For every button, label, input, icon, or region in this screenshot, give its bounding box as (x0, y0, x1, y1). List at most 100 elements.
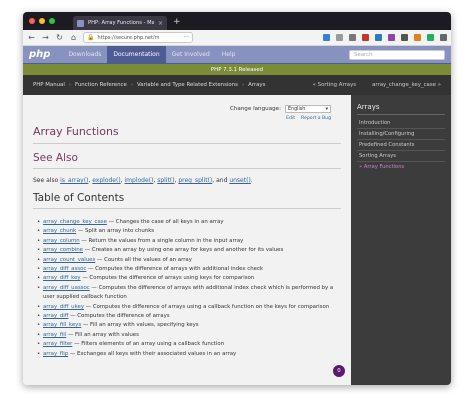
lock-icon: 🔒 (87, 34, 95, 41)
reload-icon[interactable]: ↻ (55, 33, 64, 42)
sidebar-heading[interactable]: Arrays (357, 103, 445, 115)
language-select[interactable]: English ▾ (285, 105, 331, 113)
function-link[interactable]: array_flip (43, 351, 68, 357)
edit-link[interactable]: Edit (286, 116, 295, 121)
function-link[interactable]: array_diff_ukey (43, 304, 84, 310)
list-item: • array_filter — Filters elements of an a… (37, 340, 341, 349)
breadcrumb-separator: › (68, 82, 72, 88)
link-preg-split[interactable]: preg_split() (178, 177, 212, 184)
function-description: — Computes the difference of arrays (68, 313, 170, 320)
minimize-window-icon[interactable] (39, 18, 45, 24)
see-also-text: See also is_array(), explode(), implode(… (33, 177, 253, 184)
link-is-array[interactable]: is_array() (60, 177, 88, 184)
sidebar-item-introduction[interactable]: Introduction (357, 118, 445, 129)
notification-badge[interactable]: 0 (333, 365, 345, 377)
extension-purple-icon[interactable] (388, 34, 395, 41)
php-logo[interactable]: php (29, 46, 50, 63)
maximize-window-icon[interactable] (49, 18, 55, 24)
search-input[interactable]: Search (349, 49, 445, 60)
close-window-icon[interactable] (29, 18, 35, 24)
sidebar-item-sorting-arrays[interactable]: Sorting Arrays (357, 151, 445, 162)
function-link[interactable]: array_diff_key (43, 275, 81, 281)
link-split[interactable]: split() (157, 177, 174, 184)
url-bar[interactable]: 🔒 https://secure.php.net/m ··· (83, 32, 193, 43)
toc-entry: array_combine — Creates an array by usin… (43, 246, 341, 255)
list-item: • array_flip — Exchanges all keys with th… (37, 350, 341, 359)
link-implode[interactable]: implode() (125, 177, 154, 184)
extension-red-icon[interactable] (362, 34, 369, 41)
list-item: • array_change_key_case — Changes the cas… (37, 218, 341, 227)
prev-link[interactable]: « Sorting Arrays (313, 82, 356, 88)
sidebar-item-array-functions[interactable]: » Array Functions (357, 162, 445, 172)
list-item: • array_diff_assoc — Computes the differe… (37, 265, 341, 274)
function-link[interactable]: array_column (43, 238, 80, 244)
list-item: • array_diff_uassoc — Computes the differ… (37, 284, 341, 303)
list-item: • array_diff_key — Computes the differenc… (37, 274, 341, 283)
function-description: — Fill an array with values, specifying … (81, 322, 199, 329)
list-item: • array_count_values — Counts all the val… (37, 256, 341, 265)
browser-window: PHP: Array Functions - Manual × + ← → ↻ … (23, 12, 451, 385)
next-link[interactable]: array_change_key_case » (372, 82, 441, 88)
extension-dark-icon[interactable] (401, 34, 408, 41)
link-explode[interactable]: explode() (92, 177, 120, 184)
download-icon[interactable] (323, 34, 330, 41)
library-icon[interactable] (336, 34, 343, 41)
toc-entry: array_column — Return the values from a … (43, 237, 341, 246)
page-title: Array Functions (33, 125, 341, 144)
function-link[interactable]: array_chunk (43, 228, 76, 234)
sidebar-item-predefined-constants[interactable]: Predefined Constants (357, 140, 445, 151)
menu-downloads[interactable]: Downloads (62, 46, 107, 63)
release-banner[interactable]: PHP 7.3.1 Released (23, 64, 451, 75)
back-icon[interactable]: ← (27, 33, 36, 42)
page-actions-icon[interactable]: ··· (183, 34, 189, 41)
breadcrumb-variable-type-extensions[interactable]: Variable and Type Related Extensions (137, 82, 238, 88)
menu-documentation[interactable]: Documentation (107, 46, 166, 63)
sidebar-item-installing[interactable]: Installing/Configuring (357, 129, 445, 140)
function-link[interactable]: array_diff_uassoc (43, 285, 90, 291)
tab-bar: PHP: Array Functions - Manual × + (23, 12, 451, 30)
function-description: — Filters elements of an array using a c… (72, 341, 225, 348)
function-link[interactable]: array_count_values (43, 257, 95, 263)
browser-tab[interactable]: PHP: Array Functions - Manual × (73, 16, 167, 30)
toc-entry: array_flip — Exchanges all keys with the… (43, 350, 341, 359)
main-area: Change language: English ▾ Edit Report a… (23, 95, 451, 385)
toc-entry: array_count_values — Counts all the valu… (43, 256, 341, 265)
url-text: https://secure.php.net/m (97, 34, 160, 41)
forward-icon[interactable]: → (41, 33, 50, 42)
new-tab-button[interactable]: + (173, 17, 181, 27)
sidebar-toggle-icon[interactable] (349, 34, 356, 41)
menu-get-involved[interactable]: Get Involved (166, 46, 216, 63)
function-link[interactable]: array_diff (43, 313, 68, 319)
link-unset[interactable]: unset() (229, 177, 250, 184)
extension-orange-icon[interactable] (414, 34, 421, 41)
tab-close-icon[interactable]: × (158, 20, 163, 27)
breadcrumb-arrays[interactable]: Arrays (248, 82, 265, 88)
list-item: • array_fill_keys — Fill an array with va… (37, 321, 341, 330)
report-bug-link[interactable]: Report a Bug (301, 116, 331, 121)
chevron-down-icon: ▾ (325, 106, 328, 112)
toc-heading: Table of Contents (33, 192, 341, 209)
function-link[interactable]: array_diff_assoc (43, 266, 86, 272)
breadcrumb-function-reference[interactable]: Function Reference (75, 82, 127, 88)
extension-green-icon[interactable] (427, 34, 434, 41)
toc-entry: array_diff_uassoc — Computes the differe… (43, 284, 341, 303)
tab-title: PHP: Array Functions - Manual (88, 20, 154, 26)
breadcrumb-php-manual[interactable]: PHP Manual (33, 82, 65, 88)
list-item: • array_diff — Computes the difference of… (37, 312, 341, 321)
function-link[interactable]: array_fill (43, 332, 66, 338)
see-also-heading: See Also (33, 152, 341, 169)
function-link[interactable]: array_change_key_case (43, 219, 107, 225)
see-also-prefix: See also (33, 177, 59, 184)
function-link[interactable]: array_filter (43, 341, 72, 347)
menu-help[interactable]: Help (216, 46, 242, 63)
extension-blue-icon[interactable] (375, 34, 382, 41)
function-description: — Counts all the values of an array (95, 256, 192, 263)
function-link[interactable]: array_fill_keys (43, 322, 81, 328)
toc-list: • array_change_key_case — Changes the cas… (33, 218, 341, 359)
menu-icon[interactable] (440, 34, 447, 41)
function-description: — Fill an array with values (66, 331, 139, 338)
list-item: • array_combine — Creates an array by usi… (37, 246, 341, 255)
home-icon[interactable]: ⌂ (69, 33, 78, 42)
function-link[interactable]: array_combine (43, 247, 83, 253)
toc-entry: array_diff — Computes the difference of … (43, 312, 341, 321)
